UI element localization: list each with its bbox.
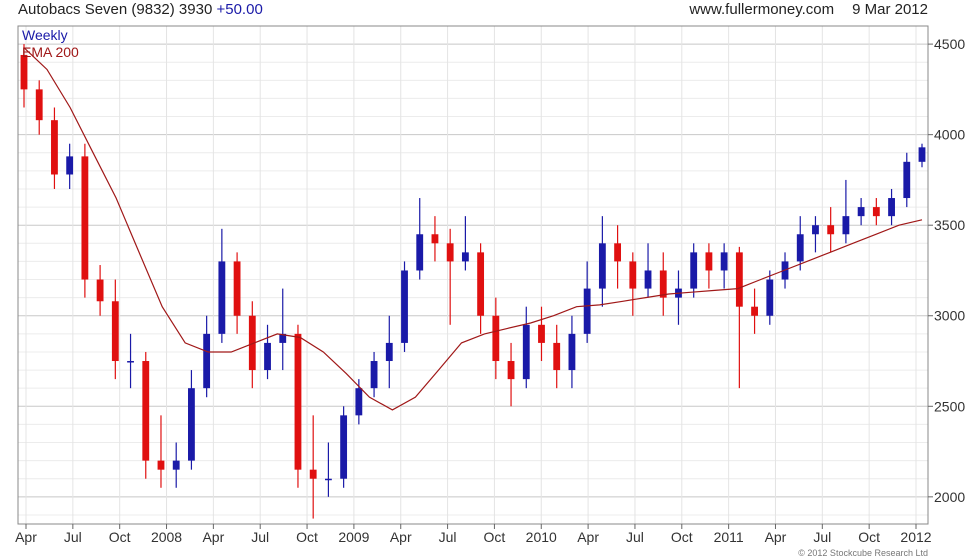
candle-body xyxy=(294,333,302,470)
candle-body xyxy=(385,342,393,362)
x-tick-label: 2012 xyxy=(900,529,931,545)
legend-weekly: Weekly xyxy=(22,27,68,43)
x-tick-label: Jul xyxy=(251,529,269,545)
candle-body xyxy=(690,252,698,289)
y-tick-label: 2500 xyxy=(934,398,965,414)
x-tick-label: Jul xyxy=(64,529,82,545)
candle-body xyxy=(370,361,378,389)
candle-body xyxy=(538,324,545,343)
x-tick-label: Oct xyxy=(858,529,880,545)
x-tick-label: Oct xyxy=(109,529,131,545)
x-tick-label: 2008 xyxy=(151,529,182,545)
y-tick-label: 3000 xyxy=(934,308,965,324)
candle-body xyxy=(203,333,211,389)
candle-body xyxy=(629,261,637,289)
candle-body xyxy=(20,54,28,90)
x-tick-label: Apr xyxy=(765,529,787,545)
x-tick-label: Oct xyxy=(671,529,693,545)
candle-body xyxy=(157,460,165,470)
x-tick-label: Oct xyxy=(484,529,506,545)
y-tick-label: 3500 xyxy=(934,217,965,233)
copyright: © 2012 Stockcube Research Ltd xyxy=(798,548,928,558)
candle-body xyxy=(111,301,119,362)
candle-body xyxy=(766,279,774,316)
candle-body xyxy=(81,156,89,280)
candle-body xyxy=(127,361,134,363)
candle-body xyxy=(218,261,226,334)
candle-body xyxy=(355,388,363,416)
candle-body xyxy=(264,342,271,371)
candle-body xyxy=(233,261,241,316)
candle-body xyxy=(492,315,500,362)
x-tick-label: Jul xyxy=(439,529,457,545)
y-tick-label: 4500 xyxy=(934,36,965,52)
candle-body xyxy=(720,252,728,271)
candle-body xyxy=(416,234,424,271)
candle-body xyxy=(705,252,713,271)
candle-body xyxy=(309,469,317,479)
candle-body xyxy=(659,270,667,298)
candle-body xyxy=(461,252,469,262)
candle-body xyxy=(751,306,758,316)
candle-body xyxy=(172,460,180,470)
x-tick-label: Oct xyxy=(296,529,318,545)
candle-body xyxy=(583,288,591,334)
candle-body xyxy=(827,225,835,235)
x-tick-label: Apr xyxy=(202,529,224,545)
x-tick-label: Apr xyxy=(15,529,37,545)
candle-body xyxy=(553,342,561,371)
candle-body xyxy=(735,252,743,307)
candle-body xyxy=(568,333,576,371)
candle-body xyxy=(842,216,850,235)
candle-body xyxy=(188,388,195,461)
candle-body xyxy=(644,270,652,289)
candle-body xyxy=(66,156,74,175)
candle-body xyxy=(903,161,911,199)
candle-body xyxy=(812,225,819,235)
plot-frame xyxy=(17,25,929,525)
candle-body xyxy=(431,234,439,244)
price-chart: 2000 2500 3000 3500 4000 4500 Apr Jul Oct 2008 Apr… xyxy=(15,25,965,545)
x-tick-label: 2011 xyxy=(714,529,744,545)
candle-body xyxy=(142,361,150,461)
candle-body xyxy=(324,478,332,481)
ema-200-line xyxy=(23,47,923,411)
candle-body xyxy=(888,198,895,217)
candle-body xyxy=(857,207,865,217)
legend-ema: EMA 200 xyxy=(22,44,79,60)
candle-body xyxy=(401,270,408,343)
candle-body xyxy=(477,252,485,316)
candle-body xyxy=(340,415,348,479)
x-tick-label: 2009 xyxy=(338,529,369,545)
x-tick-label: Jul xyxy=(813,529,831,545)
candle-body xyxy=(614,243,622,262)
x-tick-label: 2010 xyxy=(526,529,557,545)
x-tick-label: Apr xyxy=(390,529,412,545)
candle-body xyxy=(35,89,43,121)
candle-body xyxy=(598,243,606,289)
x-tick-label: Jul xyxy=(626,529,644,545)
x-tick-label: Apr xyxy=(577,529,599,545)
candle-body xyxy=(507,361,515,380)
candle-body xyxy=(446,243,454,262)
y-tick-label: 2000 xyxy=(934,489,965,505)
candle-body xyxy=(96,279,104,302)
candle-body xyxy=(522,324,530,380)
candle-body xyxy=(796,234,804,262)
candle-body xyxy=(918,147,926,162)
y-tick-label: 4000 xyxy=(934,127,965,143)
candle-body xyxy=(51,120,58,175)
candle-body xyxy=(872,207,880,217)
